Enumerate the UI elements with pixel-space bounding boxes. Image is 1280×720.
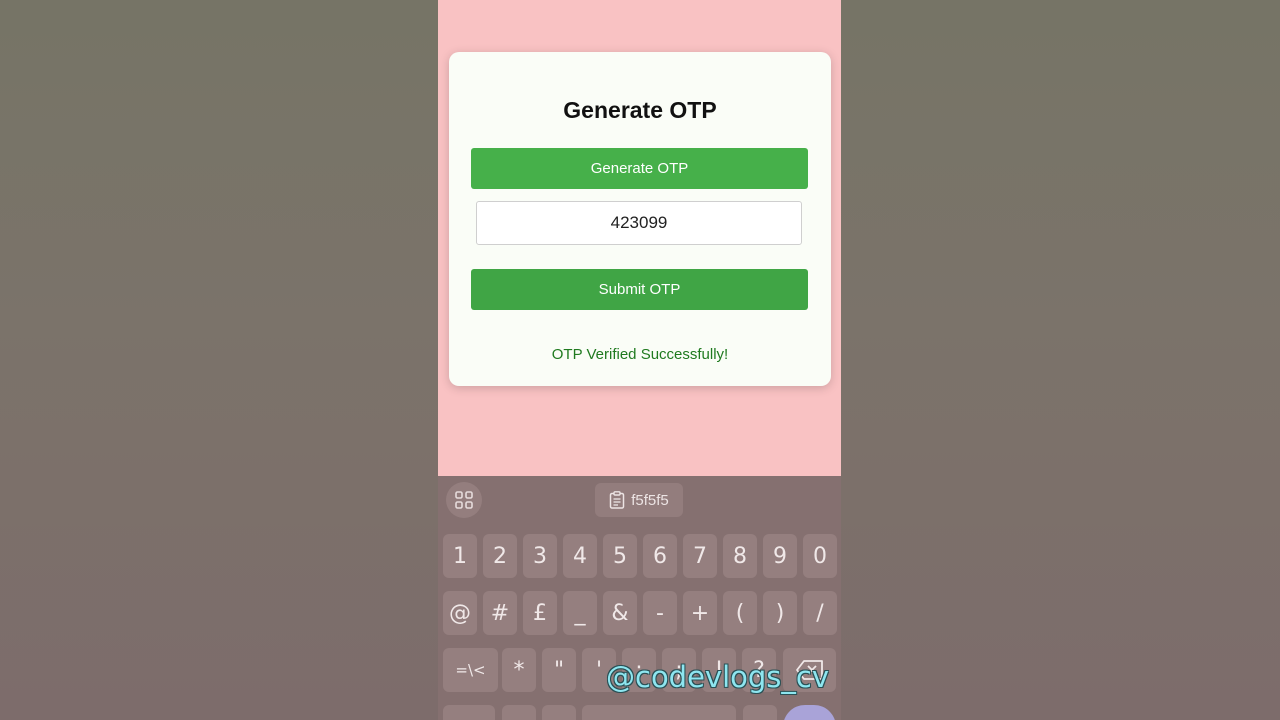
submit-otp-button[interactable]: Submit OTP xyxy=(471,269,808,310)
otp-input[interactable] xyxy=(476,201,802,245)
period-key[interactable] xyxy=(743,705,777,720)
space-key[interactable] xyxy=(582,705,736,720)
key[interactable]: " xyxy=(542,648,576,692)
card-title: Generate OTP xyxy=(563,97,717,123)
key[interactable]: ) xyxy=(763,591,797,635)
key[interactable]: * xyxy=(502,648,536,692)
clipboard-text: f5f5f5 xyxy=(631,491,669,509)
keyboard-menu-button[interactable] xyxy=(446,482,482,518)
key[interactable]: 7 xyxy=(683,534,717,578)
key[interactable]: 3 xyxy=(523,534,557,578)
background-left xyxy=(0,0,438,720)
key[interactable]: 0 xyxy=(803,534,837,578)
key[interactable]: # xyxy=(483,591,517,635)
status-message: OTP Verified Successfully! xyxy=(551,346,729,363)
key[interactable]: ( xyxy=(723,591,757,635)
phone-screen: Generate OTP Generate OTP Submit OTP OTP… xyxy=(438,0,841,720)
key[interactable]: £ xyxy=(523,591,557,635)
numbers-key[interactable]: 12 xyxy=(542,705,576,720)
watermark: @codevlogs_cv xyxy=(606,660,830,694)
key[interactable]: / xyxy=(803,591,837,635)
key[interactable]: 5 xyxy=(603,534,637,578)
key[interactable]: 1 xyxy=(443,534,477,578)
keyboard-toolbar: f5f5f5 xyxy=(438,476,841,526)
key[interactable]: @ xyxy=(443,591,477,635)
grid-icon xyxy=(455,491,473,509)
key[interactable]: 8 xyxy=(723,534,757,578)
enter-key[interactable] xyxy=(783,705,836,720)
comma-key[interactable] xyxy=(502,705,536,720)
key[interactable]: - xyxy=(643,591,677,635)
clipboard-icon xyxy=(609,491,625,509)
generate-otp-button[interactable]: Generate OTP xyxy=(471,148,808,189)
background-right xyxy=(841,0,1280,720)
otp-card: Generate OTP Generate OTP Submit OTP OTP… xyxy=(449,52,831,386)
key[interactable]: _ xyxy=(563,591,597,635)
key[interactable]: & xyxy=(603,591,637,635)
key[interactable]: 6 xyxy=(643,534,677,578)
key[interactable]: =\< xyxy=(443,648,498,692)
clipboard-suggestion[interactable]: f5f5f5 xyxy=(595,483,683,517)
symbol-toggle-key[interactable] xyxy=(443,705,495,720)
key[interactable]: 4 xyxy=(563,534,597,578)
key[interactable]: + xyxy=(683,591,717,635)
key[interactable]: 2 xyxy=(483,534,517,578)
key[interactable]: 9 xyxy=(763,534,797,578)
